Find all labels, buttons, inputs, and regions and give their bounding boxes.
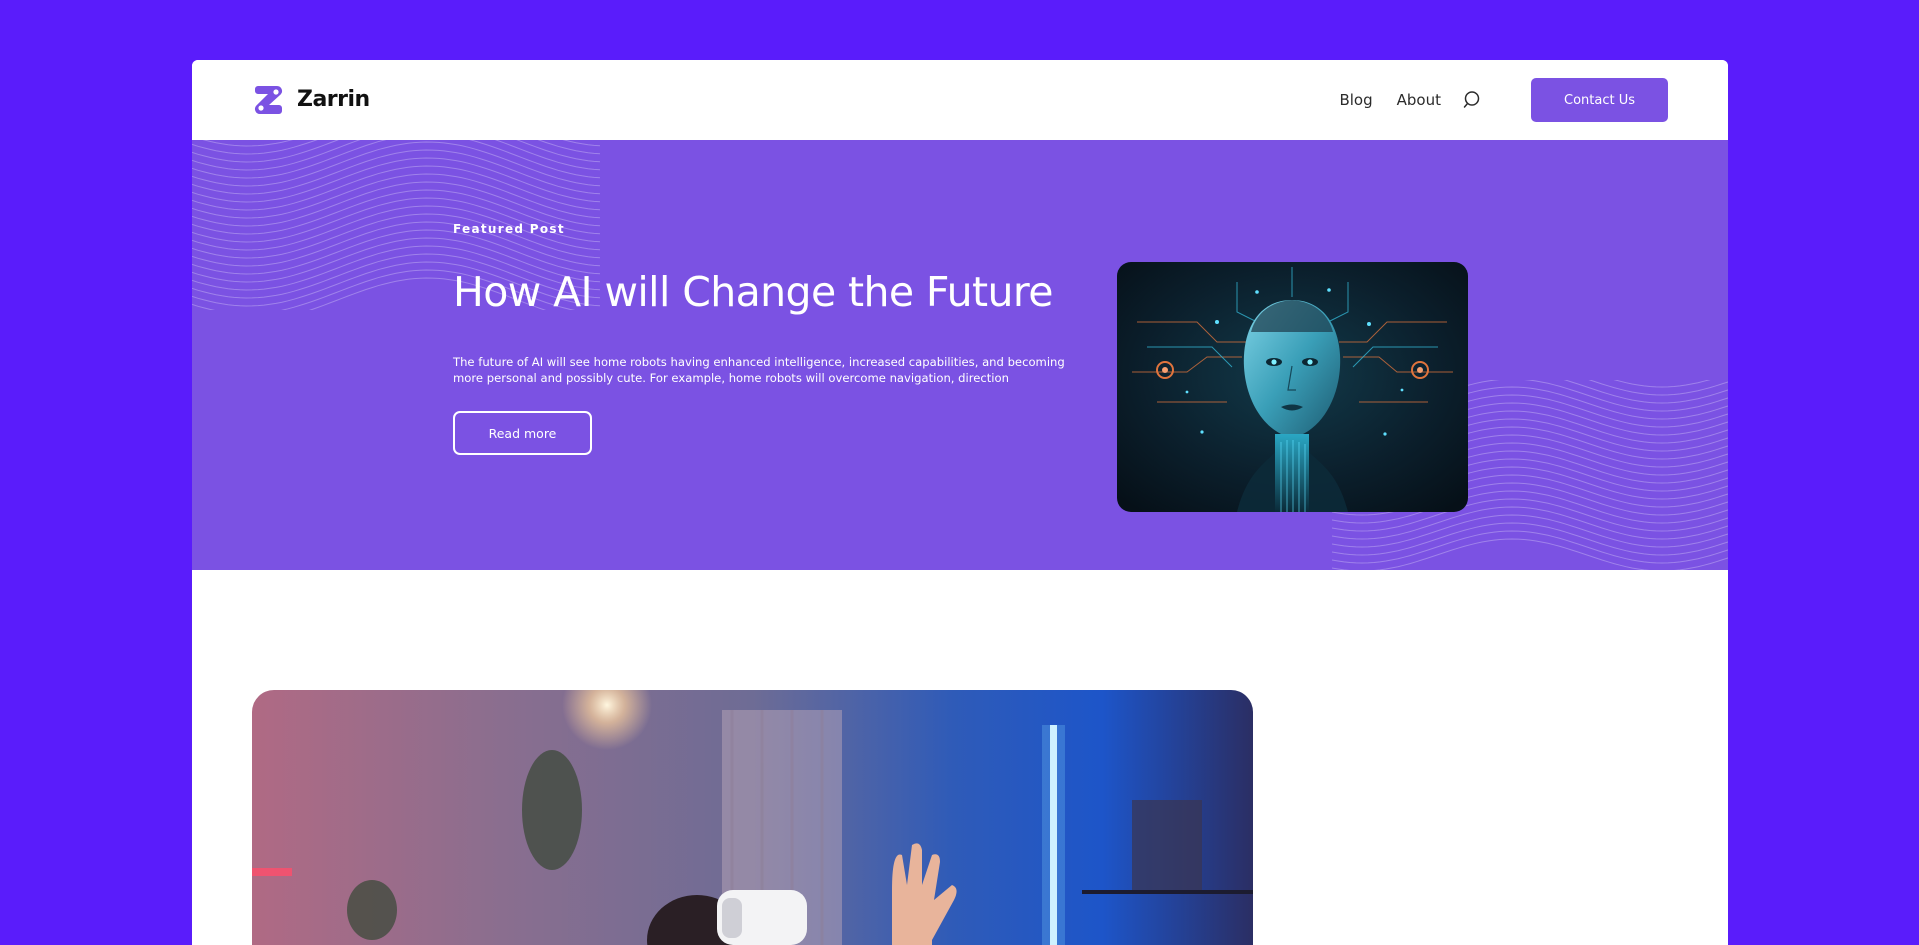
- wave-line: [192, 140, 601, 155]
- featured-post-image[interactable]: [1117, 262, 1468, 512]
- main-nav: Blog About Contact Us: [1339, 60, 1668, 140]
- wave-line: [192, 140, 601, 163]
- brand-logo[interactable]: Zarrin: [252, 83, 370, 116]
- nav-link-about[interactable]: About: [1397, 91, 1441, 109]
- zarrin-logo-icon: [254, 85, 283, 115]
- site-header: Zarrin Blog About Contact Us: [192, 60, 1728, 140]
- nav-link-blog[interactable]: Blog: [1339, 91, 1372, 109]
- post-image-vr[interactable]: [252, 690, 1253, 945]
- page-frame: Zarrin Blog About Contact Us Featured Po…: [192, 60, 1728, 945]
- post-title[interactable]: How AI will Change the Future: [453, 268, 1053, 316]
- featured-post-hero: Featured Post How AI will Change the Fut…: [192, 140, 1728, 570]
- read-more-button[interactable]: Read more: [453, 411, 592, 455]
- wave-line: [192, 140, 601, 171]
- contact-us-button[interactable]: Contact Us: [1531, 78, 1668, 122]
- post-excerpt: The future of AI will see home robots ha…: [453, 355, 1065, 385]
- featured-post-label: Featured Post: [453, 222, 565, 236]
- brand-name: Zarrin: [297, 87, 370, 112]
- search-icon[interactable]: [1463, 90, 1483, 110]
- ai-face-illustration: [1117, 262, 1468, 512]
- vr-headset-photo: [252, 690, 1253, 945]
